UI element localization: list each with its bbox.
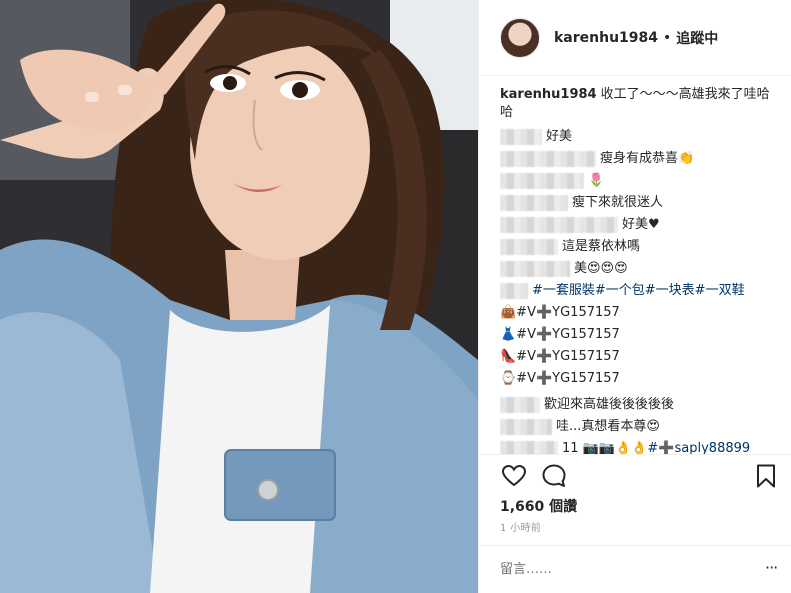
action-bar xyxy=(500,462,778,492)
comment-input[interactable] xyxy=(500,559,730,579)
caption: karenhu1984 收工了～～～高雄我來了哇哈哈 xyxy=(500,86,782,122)
blurred-username[interactable] xyxy=(500,239,558,255)
blurred-username[interactable] xyxy=(500,217,618,233)
comment-text: ⌚#V➕YG157157 xyxy=(500,371,620,386)
blurred-username[interactable] xyxy=(500,151,596,167)
comment-item: ⌚#V➕YG157157 xyxy=(500,370,782,388)
comment-text: 👗#V➕YG157157 xyxy=(500,327,620,342)
comment-item: 好美♥ xyxy=(500,216,782,234)
comment-text: 好美♥ xyxy=(622,217,660,232)
blurred-username[interactable] xyxy=(500,195,568,211)
comment-item: 🌷 xyxy=(500,172,782,190)
post-photo[interactable] xyxy=(0,0,478,593)
comment-text: 👜#V➕YG157157 xyxy=(500,305,620,320)
comment-list[interactable]: karenhu1984 收工了～～～高雄我來了哇哈哈 好美 瘦身有成恭喜👏 🌷 瘦… xyxy=(500,86,782,454)
header-separator: • xyxy=(663,29,672,46)
heart-icon[interactable] xyxy=(500,462,528,490)
bookmark-icon[interactable] xyxy=(752,462,780,490)
selfie-illustration xyxy=(0,0,478,593)
header-username[interactable]: karenhu1984 xyxy=(554,30,658,46)
comment-item: 好美 xyxy=(500,128,782,146)
blurred-username[interactable] xyxy=(500,419,552,435)
comment-text: 瘦身有成恭喜👏 xyxy=(600,151,695,166)
post-timestamp: 1 小時前 xyxy=(500,523,542,534)
comment-bubble-icon[interactable] xyxy=(540,462,568,490)
comment-text: 哇...真想看本尊😍 xyxy=(556,419,660,434)
comment-text: 11 📷📷👌👌 xyxy=(562,441,648,454)
post-header: karenhu1984 • 追蹤中 xyxy=(479,0,791,76)
comment-hashtags[interactable]: #一套服裝#一个包#一块表#一双鞋 xyxy=(532,282,745,300)
divider xyxy=(479,454,791,455)
comment-item: 瘦身有成恭喜👏 xyxy=(500,150,782,168)
like-count[interactable]: 1,660 個讚 xyxy=(500,496,577,516)
more-options-icon[interactable]: ··· xyxy=(765,558,778,577)
comment-text: 美😍😍😍 xyxy=(574,261,628,276)
blurred-username[interactable] xyxy=(500,129,542,145)
comment-text: 瘦下來就很迷人 xyxy=(572,195,664,210)
comment-item: 美😍😍😍 xyxy=(500,260,782,278)
comment-item: 這是蔡依林嗎 xyxy=(500,238,782,256)
comment-item: 👜#V➕YG157157 xyxy=(500,304,782,322)
comment-item: 👠#V➕YG157157 xyxy=(500,348,782,366)
comment-item: 哇...真想看本尊😍 xyxy=(500,418,782,436)
divider xyxy=(479,545,791,546)
blurred-username[interactable] xyxy=(500,441,558,454)
comment-text: 👠#V➕YG157157 xyxy=(500,349,620,364)
post-side-panel: karenhu1984 • 追蹤中 karenhu1984 收工了～～～高雄我來了… xyxy=(478,0,791,593)
comment-item: 👗#V➕YG157157 xyxy=(500,326,782,344)
comment-text: 歡迎來高雄後後後後後 xyxy=(544,397,675,412)
avatar[interactable] xyxy=(500,17,540,58)
comment-item: 瘦下來就很迷人 xyxy=(500,194,782,212)
comment-item: 歡迎來高雄後後後後後 xyxy=(500,396,782,414)
comment-hashtags[interactable]: #➕saply88899 xyxy=(647,440,750,454)
comment-item: 11 📷📷👌👌 #➕saply88899 xyxy=(500,440,782,454)
comment-text: 這是蔡依林嗎 xyxy=(562,239,641,254)
blurred-username[interactable] xyxy=(500,261,570,277)
blurred-username[interactable] xyxy=(500,283,528,299)
comment-text: 好美 xyxy=(546,129,573,144)
blurred-username[interactable] xyxy=(500,173,584,189)
blurred-username[interactable] xyxy=(500,397,540,413)
comment-item: #一套服裝#一个包#一块表#一双鞋 xyxy=(500,282,782,300)
following-button[interactable]: 追蹤中 xyxy=(676,28,718,48)
caption-username[interactable]: karenhu1984 xyxy=(500,87,597,102)
comment-text: 🌷 xyxy=(588,173,605,188)
